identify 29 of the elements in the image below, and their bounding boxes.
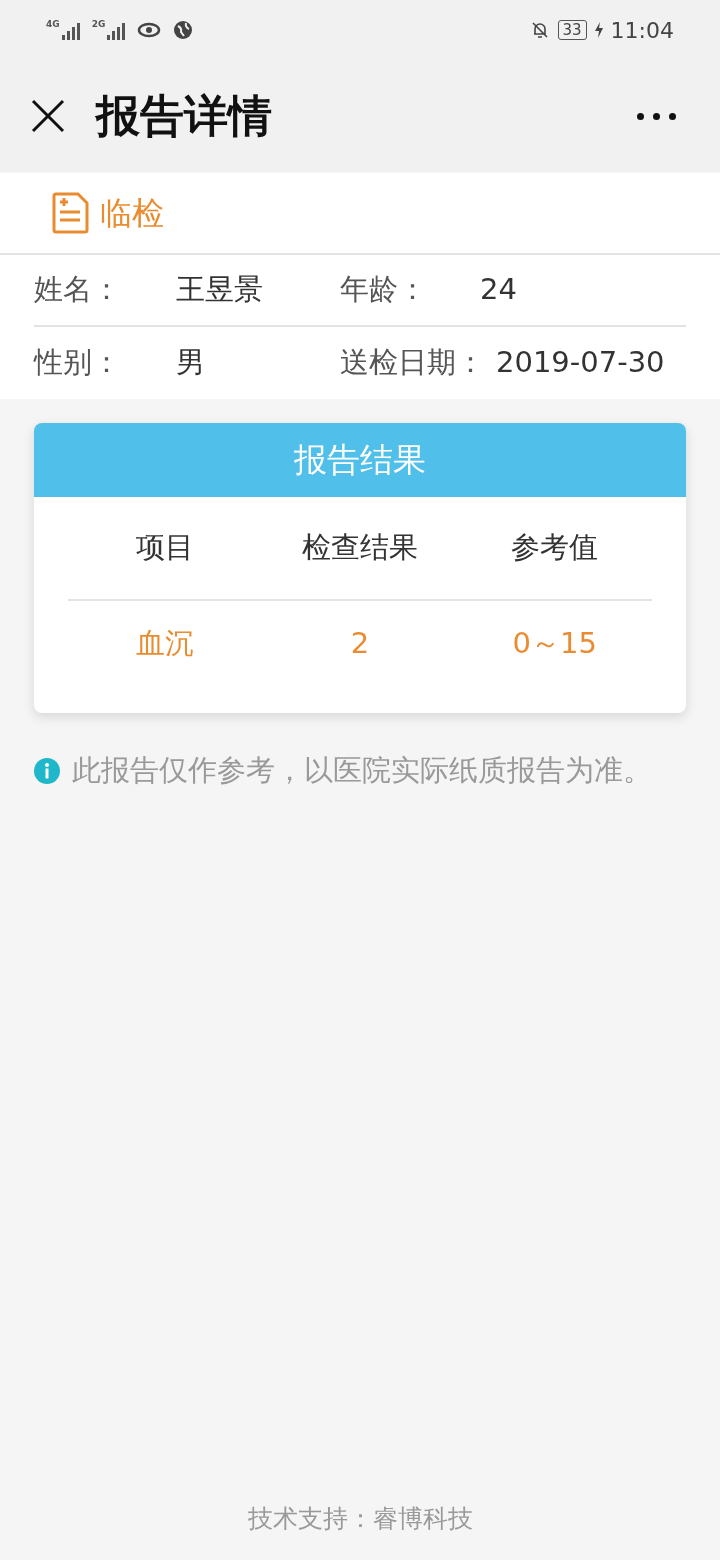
column-header: 参考值 — [510, 529, 600, 567]
footer-text: 技术支持：睿博科技 — [247, 1503, 473, 1535]
charging-icon — [594, 22, 603, 38]
table-cell-text: 2 — [349, 625, 371, 663]
close-button[interactable] — [30, 98, 66, 134]
field-label: 姓名： — [34, 271, 122, 309]
clock: 11:04 — [610, 16, 674, 45]
battery-indicator: 33 — [557, 20, 587, 40]
card-title: 报告结果 — [294, 439, 426, 482]
category-label: 临检 — [100, 193, 164, 234]
field-value: 男 — [176, 344, 206, 382]
close-icon — [31, 99, 65, 133]
field-label: 送检日期： — [340, 344, 486, 382]
document-icon — [52, 192, 90, 234]
info-icon — [34, 757, 60, 784]
field-value: 24 — [480, 271, 517, 309]
notice-text: 此报告仅作参考，以医院实际纸质报告为准。 — [72, 752, 652, 789]
column-header: 检查结果 — [301, 529, 419, 567]
globe-icon — [173, 20, 194, 40]
field-value: 2019-07-30 — [496, 344, 665, 382]
eye-icon — [137, 21, 162, 39]
field-label: 性别： — [34, 344, 122, 382]
field-value: 王昱景 — [176, 271, 264, 309]
field-label: 年龄： — [340, 271, 428, 309]
column-header: 项目 — [135, 529, 196, 567]
muted-bell-icon — [529, 20, 550, 40]
table-cell-text: 血沉 — [135, 625, 196, 663]
page-title: 报告详情 — [96, 89, 273, 143]
table-cell-text: 0～15 — [511, 625, 598, 663]
